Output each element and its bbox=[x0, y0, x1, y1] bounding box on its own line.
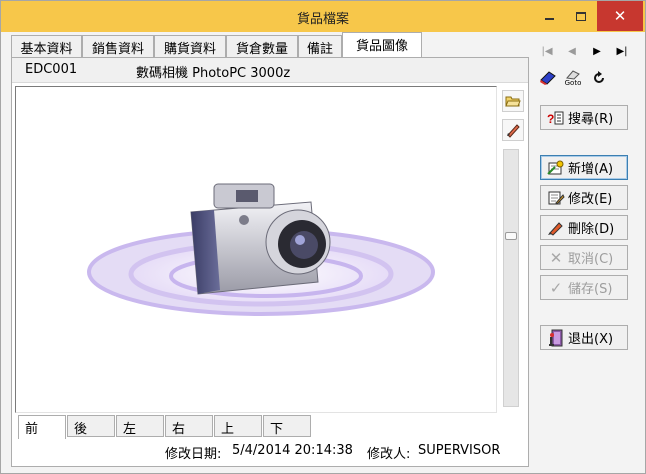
view-tab-back[interactable]: 後 bbox=[67, 415, 115, 437]
folder-open-icon[interactable] bbox=[502, 90, 524, 112]
delete-icon bbox=[547, 219, 565, 237]
exit-icon bbox=[547, 329, 565, 347]
tab-label: 銷售資料 bbox=[91, 42, 144, 57]
minimize-icon[interactable] bbox=[533, 1, 565, 31]
view-tab-left[interactable]: 左 bbox=[116, 415, 164, 437]
goto-label: Goto bbox=[564, 78, 582, 87]
search-button[interactable]: ? 搜尋(R) bbox=[540, 105, 628, 130]
delete-button[interactable]: 刪除(D) bbox=[540, 215, 628, 240]
modified-date: 5/4/2014 20:14:38 bbox=[232, 443, 353, 458]
view-tab-label: 下 bbox=[270, 422, 284, 437]
tab-label: 購貨資料 bbox=[163, 42, 216, 57]
camera-image bbox=[87, 183, 435, 316]
tab-remarks[interactable]: 備註 bbox=[298, 35, 342, 57]
title-bar: 貨品檔案 ✕ bbox=[1, 1, 645, 32]
tab-label: 貨倉數量 bbox=[235, 42, 288, 57]
tab-label: 貨品圖像 bbox=[355, 39, 408, 54]
first-record-icon[interactable]: |◀ bbox=[537, 42, 557, 60]
view-tab-label: 上 bbox=[221, 422, 235, 437]
next-record-icon[interactable]: ▶ bbox=[587, 42, 607, 60]
edit-button[interactable]: 修改(E) bbox=[540, 185, 628, 210]
svg-text:?: ? bbox=[547, 112, 554, 126]
cancel-icon: ✕ bbox=[549, 248, 563, 267]
modified-by: SUPERVISOR bbox=[418, 443, 501, 458]
view-tab-bottom[interactable]: 下 bbox=[263, 415, 311, 437]
slider-thumb[interactable] bbox=[505, 232, 517, 240]
close-icon[interactable]: ✕ bbox=[597, 1, 643, 31]
view-tab-right[interactable]: 右 bbox=[165, 415, 213, 437]
add-button[interactable]: 新增(A) bbox=[540, 155, 628, 180]
add-icon bbox=[547, 159, 565, 177]
last-record-icon[interactable]: ▶| bbox=[612, 42, 632, 60]
prev-record-icon[interactable]: ◀ bbox=[562, 42, 582, 60]
add-button-label: 新增(A) bbox=[568, 162, 614, 177]
tab-sales-info[interactable]: 銷售資料 bbox=[82, 35, 154, 57]
save-button[interactable]: ✓ 儲存(S) bbox=[540, 275, 628, 300]
edit-pencil-icon[interactable] bbox=[502, 119, 524, 141]
product-header: EDC001 數碼相機 PhotoPC 3000z bbox=[12, 58, 528, 83]
view-tab-label: 左 bbox=[123, 422, 137, 437]
tab-label: 備註 bbox=[306, 42, 333, 57]
goto-icon[interactable]: Goto bbox=[562, 68, 584, 88]
image-zoom-slider[interactable] bbox=[503, 149, 519, 407]
maximize-icon[interactable] bbox=[565, 1, 597, 31]
search-icon: ? bbox=[547, 109, 565, 127]
exit-button[interactable]: 退出(X) bbox=[540, 325, 628, 350]
product-image-frame bbox=[15, 86, 497, 413]
edit-button-label: 修改(E) bbox=[568, 192, 613, 207]
save-icon: ✓ bbox=[549, 278, 563, 297]
tab-product-image[interactable]: 貨品圖像 bbox=[342, 32, 422, 57]
view-tab-label: 右 bbox=[172, 422, 186, 437]
exit-button-label: 退出(X) bbox=[568, 332, 614, 347]
delete-button-label: 刪除(D) bbox=[568, 222, 615, 237]
refresh-icon[interactable] bbox=[588, 68, 610, 88]
cancel-button-label: 取消(C) bbox=[568, 252, 614, 267]
view-tab-top[interactable]: 上 bbox=[214, 415, 262, 437]
product-name: 數碼相機 PhotoPC 3000z bbox=[136, 66, 291, 81]
main-window: 貨品檔案 ✕ 基本資料 銷售資料 購貨資料 貨倉數量 備註 貨品圖像 EDC00… bbox=[0, 0, 646, 474]
tab-warehouse-qty[interactable]: 貨倉數量 bbox=[226, 35, 298, 57]
cancel-button[interactable]: ✕ 取消(C) bbox=[540, 245, 628, 270]
modified-date-label: 修改日期: bbox=[165, 447, 222, 462]
view-tab-label: 前 bbox=[25, 422, 39, 437]
tab-purchase-info[interactable]: 購貨資料 bbox=[154, 35, 226, 57]
tab-label: 基本資料 bbox=[20, 42, 73, 57]
view-tab-front[interactable]: 前 bbox=[18, 415, 66, 439]
edit-icon bbox=[547, 189, 565, 207]
view-tab-label: 後 bbox=[74, 422, 88, 437]
tab-basic-info[interactable]: 基本資料 bbox=[11, 35, 82, 57]
product-code: EDC001 bbox=[25, 62, 78, 77]
save-button-label: 儲存(S) bbox=[568, 282, 613, 297]
eraser-icon[interactable] bbox=[537, 68, 559, 88]
modified-by-label: 修改人: bbox=[367, 447, 411, 462]
search-button-label: 搜尋(R) bbox=[568, 112, 614, 127]
